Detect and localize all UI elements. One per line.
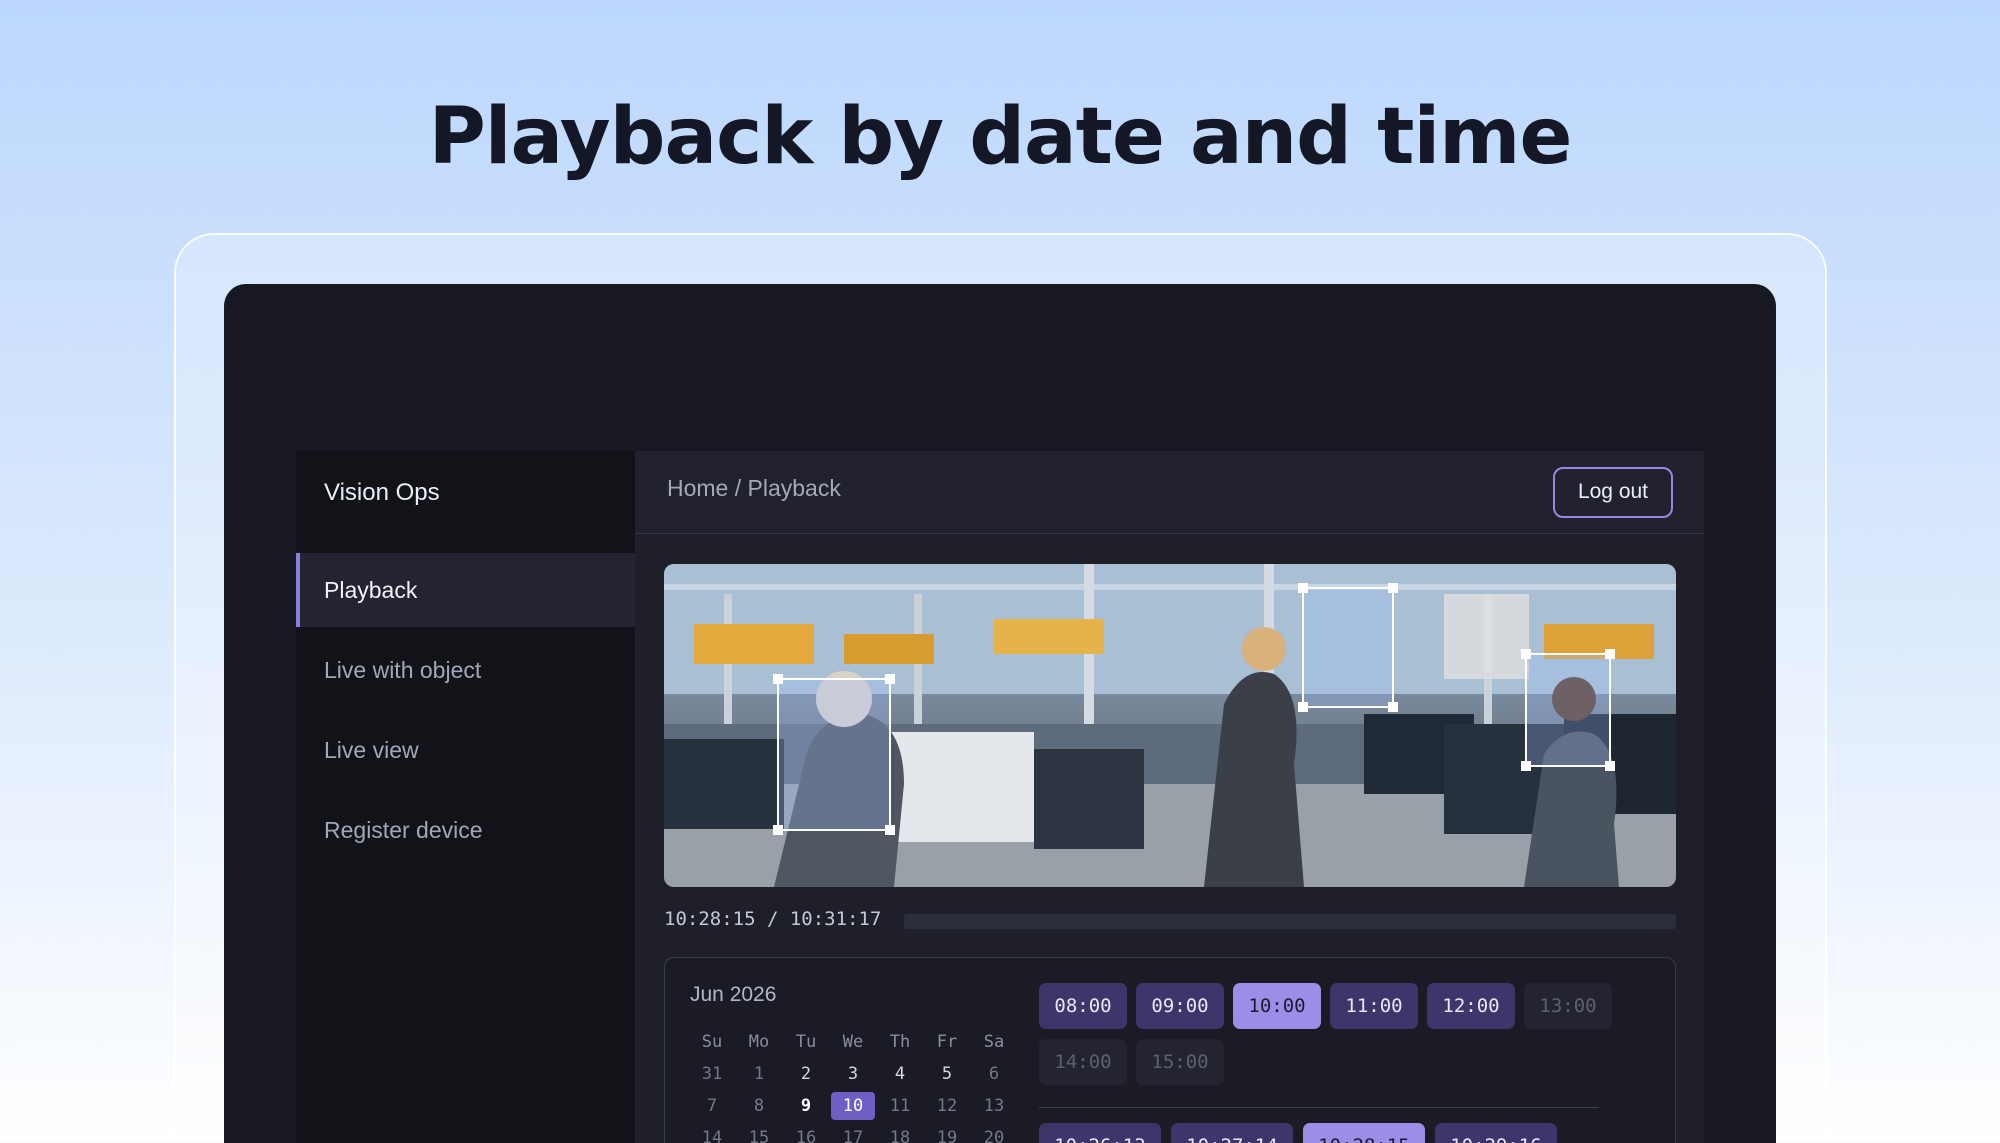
calendar-day[interactable]: 9 [784,1092,828,1120]
calendar-day[interactable]: 17 [831,1124,875,1143]
detection-box-person-1[interactable] [773,674,895,835]
calendar-day[interactable]: 4 [878,1060,922,1088]
playback-progress-bar[interactable] [904,914,1676,929]
hour-chip[interactable]: 12:00 [1427,983,1515,1029]
hour-chip[interactable]: 08:00 [1039,983,1127,1029]
sidebar: Vision Ops Playback Live with object Liv… [296,451,635,1143]
sidebar-item-playback[interactable]: Playback [296,553,635,627]
main-panel: Home / Playback Log out 10:28:15 / 10:31… [635,451,1704,1143]
weekday-header: Mo [748,1032,770,1052]
calendar-month-label: Jun 2026 [690,983,777,1006]
detection-box-person-2[interactable] [1298,583,1398,712]
calendar-day[interactable]: 31 [690,1060,734,1088]
hour-chip: 14:00 [1039,1039,1127,1085]
logout-button[interactable]: Log out [1553,467,1673,518]
sidebar-item-live-with-object[interactable]: Live with object [296,633,635,707]
video-player[interactable] [664,564,1676,887]
sidebar-item-register-device[interactable]: Register device [296,793,635,867]
weekday-header: We [842,1032,864,1052]
calendar-day[interactable]: 20 [972,1124,1016,1143]
calendar-day[interactable]: 7 [690,1092,734,1120]
calendar-day[interactable]: 2 [784,1060,828,1088]
calendar-day[interactable]: 16 [784,1124,828,1143]
hour-chip[interactable]: 11:00 [1330,983,1418,1029]
calendar-day[interactable]: 11 [878,1092,922,1120]
brand-name: Vision Ops [324,479,440,506]
calendar-day[interactable]: 6 [972,1060,1016,1088]
hour-chip[interactable]: 09:00 [1136,983,1224,1029]
top-bar: Home / Playback Log out [635,451,1704,534]
clip-chip[interactable]: 10:27:14 [1171,1123,1293,1143]
hour-chip[interactable]: 10:00 [1233,983,1321,1029]
clip-chip[interactable]: 10:28:15 [1303,1123,1425,1143]
calendar-day[interactable]: 19 [925,1124,969,1143]
calendar-day[interactable]: 1 [737,1060,781,1088]
date-time-picker: Jun 2026 Su Mo Tu We Th Fr Sa 31 1 2 3 4 5 6 7 8 9 10 11 12… [664,957,1676,1143]
weekday-header: Fr [936,1032,958,1052]
clip-chip[interactable]: 10:26:13 [1039,1123,1161,1143]
page-headline: Playback by date and time [428,92,1573,182]
weekday-header: Th [889,1032,911,1052]
calendar-day[interactable]: 3 [831,1060,875,1088]
calendar-day[interactable]: 13 [972,1092,1016,1120]
calendar-day[interactable]: 12 [925,1092,969,1120]
calendar-day[interactable]: 8 [737,1092,781,1120]
clip-chip[interactable]: 10:29:16 [1435,1123,1557,1143]
calendar-day[interactable]: 5 [925,1060,969,1088]
calendar-day[interactable]: 18 [878,1124,922,1143]
weekday-header: Sa [983,1032,1005,1052]
weekday-header: Su [701,1032,723,1052]
weekday-header: Tu [795,1032,817,1052]
calendar-day[interactable]: 10 [831,1092,875,1120]
divider [1039,1107,1599,1108]
detection-box-person-3[interactable] [1521,649,1615,771]
breadcrumb: Home / Playback [667,475,841,501]
hour-chip: 13:00 [1524,983,1612,1029]
hour-chip: 15:00 [1136,1039,1224,1085]
playback-time-readout: 10:28:15 / 10:31:17 [664,908,882,930]
calendar-day[interactable]: 14 [690,1124,734,1143]
calendar-day[interactable]: 15 [737,1124,781,1143]
sidebar-item-live-view[interactable]: Live view [296,713,635,787]
